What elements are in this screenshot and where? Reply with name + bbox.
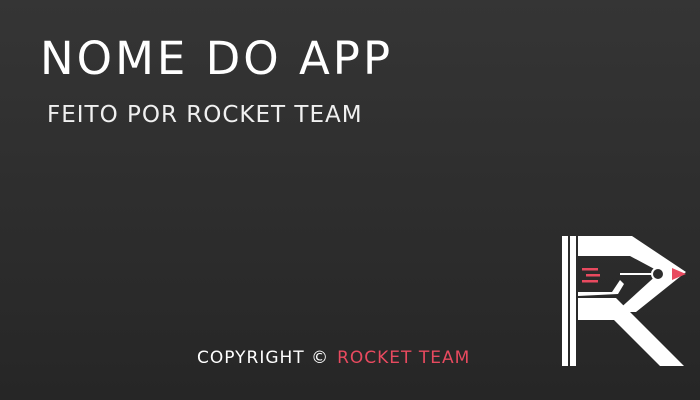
- app-title: NOME DO APP: [40, 32, 394, 85]
- logo-left-bar: [562, 236, 568, 366]
- rocket-team-r-logo-icon: [562, 236, 686, 366]
- copyright-brand: ROCKET TEAM: [337, 348, 471, 368]
- logo-speed-line-2: [586, 274, 600, 277]
- logo-right-bar: [570, 236, 576, 366]
- logo-speed-line-1: [582, 268, 598, 271]
- copyright-label: COPYRIGHT ©: [197, 348, 330, 368]
- copyright-footer: COPYRIGHT © ROCKET TEAM: [197, 348, 470, 368]
- logo-node-circle: [651, 267, 665, 281]
- app-subtitle: FEITO POR ROCKET TEAM: [47, 102, 363, 128]
- logo-speed-line-3: [582, 280, 598, 283]
- splash-screen: NOME DO APP FEITO POR ROCKET TEAM COPYRI…: [0, 0, 700, 400]
